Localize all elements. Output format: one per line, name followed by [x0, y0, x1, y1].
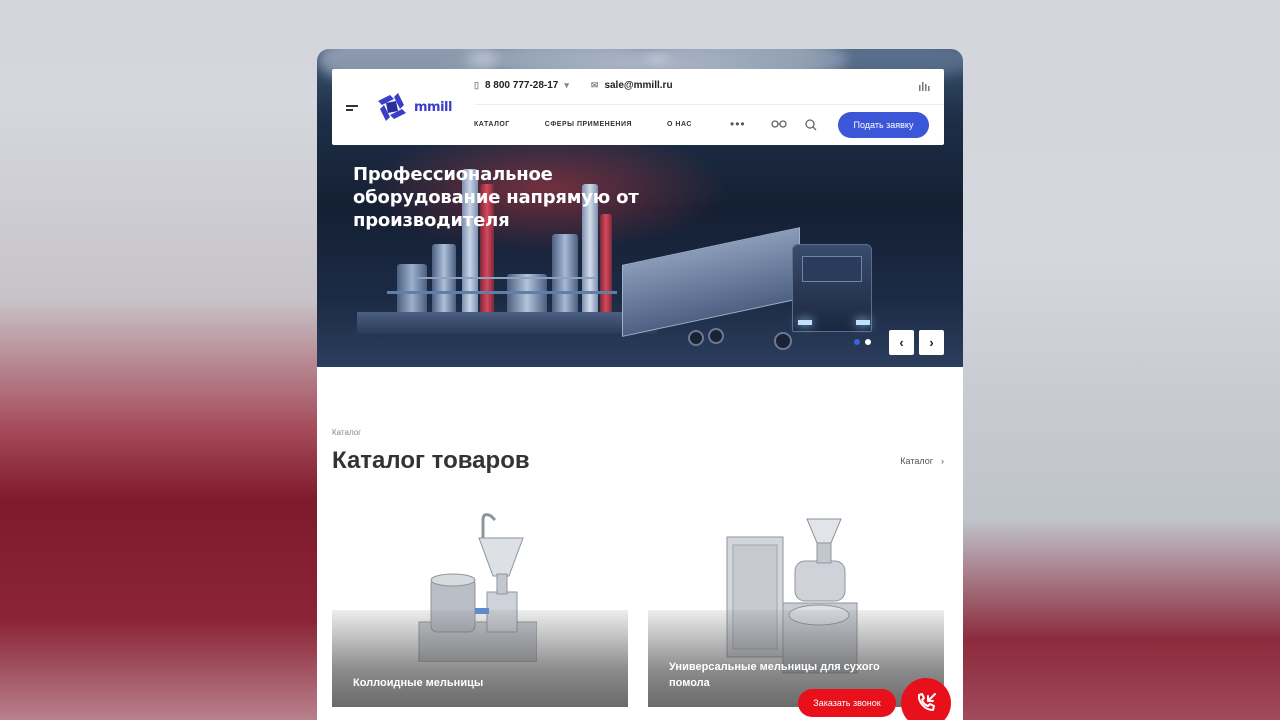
- logo-text: mmill: [414, 99, 452, 115]
- phone-link[interactable]: ▯ 8 800 777-28-17 ▾: [474, 80, 569, 91]
- nav-item-about[interactable]: О НАС: [667, 121, 692, 128]
- background-panel: [960, 0, 1280, 720]
- more-menu-icon[interactable]: •••: [730, 117, 746, 131]
- card-title: Коллоидные мельницы: [353, 677, 484, 689]
- chevron-left-icon: ‹: [899, 335, 904, 350]
- card-shade: [332, 610, 628, 707]
- order-call-button[interactable]: Заказать звонок: [798, 689, 896, 717]
- truck-illustration: [622, 227, 882, 364]
- hero-title: Профессиональное оборудование напрямую о…: [353, 164, 639, 231]
- compare-icon[interactable]: [919, 81, 930, 94]
- wheel: [688, 330, 704, 346]
- phone-icon: ▯: [474, 80, 479, 90]
- site-header: mmill ▯ 8 800 777-28-17 ▾ ✉ sale@mmill.r…: [332, 69, 944, 145]
- wheel: [774, 332, 792, 350]
- slider-dot[interactable]: [865, 339, 871, 345]
- search-icon[interactable]: [805, 118, 817, 131]
- phone-number: 8 800 777-28-17: [484, 80, 559, 91]
- truck-windshield: [802, 256, 862, 282]
- contacts-row: ▯ 8 800 777-28-17 ▾ ✉ sale@mmill.ru: [474, 80, 673, 91]
- chevron-right-icon: ›: [941, 456, 944, 466]
- slider-dots: [854, 339, 871, 345]
- truck-trailer: [622, 227, 800, 337]
- slider-prev-button[interactable]: ‹: [889, 330, 914, 355]
- nav-item-applications[interactable]: СФЕРЫ ПРИМЕНЕНИЯ: [545, 121, 632, 128]
- chevron-down-icon: ▾: [564, 80, 569, 90]
- catalog-link[interactable]: Каталог ›: [900, 456, 944, 466]
- pipe: [387, 291, 617, 294]
- headlight: [798, 320, 812, 325]
- email-link[interactable]: ✉ sale@mmill.ru: [591, 80, 673, 91]
- logo-mark-icon: [378, 93, 406, 121]
- phone-incoming-icon: [917, 693, 936, 711]
- mail-icon: ✉: [590, 80, 599, 90]
- header-divider: [475, 104, 944, 105]
- logo[interactable]: mmill: [376, 91, 452, 123]
- email-address: sale@mmill.ru: [604, 80, 673, 91]
- page-title: Каталог товаров: [332, 447, 530, 474]
- card-title: Универсальные мельницы для сухого помола: [669, 661, 880, 689]
- submit-request-button[interactable]: Подать заявку: [838, 112, 929, 138]
- breadcrumb[interactable]: Каталог: [332, 428, 361, 437]
- hero-banner: Профессиональное оборудование напрямую о…: [317, 49, 963, 367]
- accessibility-glasses-icon[interactable]: [771, 118, 787, 131]
- catalog-link-label: Каталог: [900, 456, 933, 466]
- page-container: Профессиональное оборудование напрямую о…: [317, 49, 963, 720]
- slider-next-button[interactable]: ›: [919, 330, 944, 355]
- pipe: [417, 277, 597, 279]
- call-button[interactable]: [901, 678, 951, 720]
- nav-item-catalog[interactable]: КАТАЛОГ: [474, 121, 510, 128]
- menu-icon[interactable]: [346, 105, 358, 113]
- main-nav: КАТАЛОГ СФЕРЫ ПРИМЕНЕНИЯ О НАС: [474, 121, 727, 128]
- plant-base: [357, 312, 657, 334]
- slider-dot[interactable]: [854, 339, 860, 345]
- headlight: [856, 320, 870, 325]
- chevron-right-icon: ›: [929, 335, 934, 350]
- wheel: [708, 328, 724, 344]
- product-card-colloid-mill[interactable]: Коллоидные мельницы: [332, 507, 628, 707]
- product-card-universal-mill[interactable]: Универсальные мельницы для сухого помола: [648, 507, 944, 707]
